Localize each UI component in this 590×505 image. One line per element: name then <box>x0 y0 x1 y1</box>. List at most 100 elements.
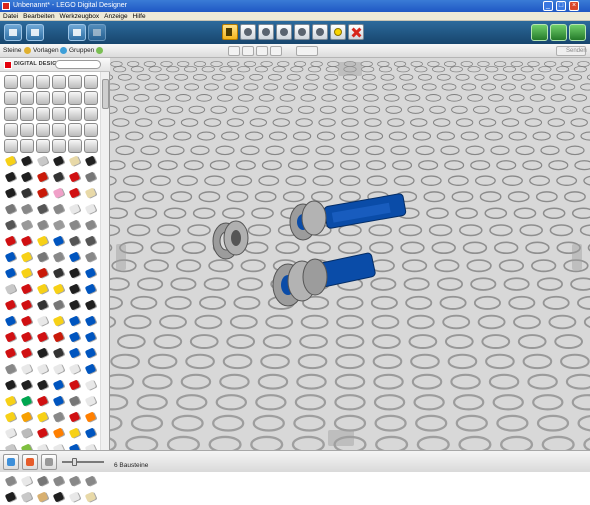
palette-brick[interactable] <box>82 105 98 121</box>
palette-brick[interactable] <box>50 313 66 329</box>
send-button[interactable]: Senden <box>556 46 587 56</box>
technic-bush-1[interactable] <box>212 220 249 260</box>
home-button[interactable] <box>4 24 22 41</box>
palette-brick[interactable] <box>2 473 18 489</box>
menu-file[interactable]: Datei <box>3 12 18 21</box>
palette-brick[interactable] <box>18 473 34 489</box>
palette-brick[interactable] <box>82 169 98 185</box>
palette-brick[interactable] <box>34 137 50 153</box>
palette-brick[interactable] <box>18 393 34 409</box>
palette-brick[interactable] <box>66 217 82 233</box>
palette-brick[interactable] <box>50 265 66 281</box>
palette-brick[interactable] <box>34 313 50 329</box>
palette-brick[interactable] <box>50 425 66 441</box>
hinge-tool-button[interactable] <box>258 24 274 40</box>
minimize-button[interactable]: _ <box>543 1 553 11</box>
palette-brick[interactable] <box>2 185 18 201</box>
palette-brick[interactable] <box>66 473 82 489</box>
palette-brick[interactable] <box>2 169 18 185</box>
palette-brick[interactable] <box>34 297 50 313</box>
palette-zoom-slider[interactable] <box>62 458 104 466</box>
brick-filter-button[interactable] <box>41 454 57 470</box>
palette-brick[interactable] <box>2 105 18 121</box>
menu-toolbox[interactable]: Werkzeugbox <box>60 12 100 21</box>
palette-scrollbar[interactable] <box>100 72 109 450</box>
palette-brick[interactable] <box>50 297 66 313</box>
palette-brick[interactable] <box>18 489 34 505</box>
palette-brick[interactable] <box>18 121 34 137</box>
scrollbar-thumb[interactable] <box>102 79 109 109</box>
palette-brick[interactable] <box>18 345 34 361</box>
palette-brick[interactable] <box>82 313 98 329</box>
palette-brick[interactable] <box>50 201 66 217</box>
palette-brick[interactable] <box>18 409 34 425</box>
tab-groups[interactable]: Gruppen <box>60 46 94 56</box>
palette-brick[interactable] <box>66 89 82 105</box>
palette-brick[interactable] <box>34 73 50 89</box>
palette-brick[interactable] <box>82 297 98 313</box>
palette-brick[interactable] <box>66 425 82 441</box>
clone-tool-button[interactable] <box>240 24 256 40</box>
palette-brick[interactable] <box>82 217 98 233</box>
palette-brick[interactable] <box>34 473 50 489</box>
palette-brick[interactable] <box>50 169 66 185</box>
flex-tool-button[interactable] <box>276 24 292 40</box>
select-tool-button[interactable] <box>222 24 238 40</box>
palette-brick[interactable] <box>66 185 82 201</box>
instructions-mode-button[interactable] <box>569 24 586 41</box>
palette-brick[interactable] <box>2 489 18 505</box>
palette-brick[interactable] <box>2 425 18 441</box>
palette-brick[interactable] <box>66 265 82 281</box>
maximize-button[interactable]: □ <box>556 1 566 11</box>
palette-brick[interactable] <box>66 201 82 217</box>
palette-brick[interactable] <box>2 313 18 329</box>
save-button[interactable] <box>26 24 44 41</box>
view-mode-button[interactable] <box>550 24 567 41</box>
palette-brick[interactable] <box>34 393 50 409</box>
palette-brick[interactable] <box>82 153 98 169</box>
palette-brick[interactable] <box>34 281 50 297</box>
minifigure-tool-button[interactable] <box>330 24 346 40</box>
palette-brick[interactable] <box>82 345 98 361</box>
palette-brick[interactable] <box>66 153 82 169</box>
3d-viewport[interactable] <box>110 58 590 450</box>
rotate-right-arrow-icon[interactable] <box>572 244 582 270</box>
palette-brick[interactable] <box>50 281 66 297</box>
palette-brick[interactable] <box>18 265 34 281</box>
palette-brick[interactable] <box>66 105 82 121</box>
palette-brick[interactable] <box>34 201 50 217</box>
palette-brick[interactable] <box>34 233 50 249</box>
color-filter-button[interactable] <box>22 454 38 470</box>
palette-brick[interactable] <box>2 377 18 393</box>
palette-brick[interactable] <box>34 249 50 265</box>
hide-tool-button[interactable] <box>312 24 328 40</box>
palette-view-button[interactable] <box>3 454 19 470</box>
palette-brick[interactable] <box>50 473 66 489</box>
palette-brick[interactable] <box>18 281 34 297</box>
palette-brick[interactable] <box>82 201 98 217</box>
view-tool-button-4[interactable] <box>270 46 282 56</box>
palette-brick[interactable] <box>2 137 18 153</box>
palette-brick[interactable] <box>2 121 18 137</box>
palette-brick[interactable] <box>50 153 66 169</box>
paint-tool-button[interactable] <box>294 24 310 40</box>
palette-brick[interactable] <box>34 361 50 377</box>
palette-brick[interactable] <box>82 329 98 345</box>
palette-brick[interactable] <box>2 73 18 89</box>
palette-brick[interactable] <box>66 137 82 153</box>
palette-brick[interactable] <box>2 329 18 345</box>
close-button[interactable]: × <box>569 1 579 11</box>
palette-brick[interactable] <box>34 153 50 169</box>
slider-knob[interactable] <box>72 458 77 466</box>
palette-brick[interactable] <box>82 281 98 297</box>
tab-templates[interactable]: Vorlagen <box>24 46 59 56</box>
palette-brick[interactable] <box>66 233 82 249</box>
palette-brick[interactable] <box>82 409 98 425</box>
palette-brick[interactable] <box>34 217 50 233</box>
technic-bush-with-axle-2[interactable] <box>272 252 376 307</box>
palette-brick[interactable] <box>18 313 34 329</box>
palette-brick[interactable] <box>2 345 18 361</box>
palette-brick[interactable] <box>50 249 66 265</box>
palette-brick[interactable] <box>50 233 66 249</box>
palette-brick[interactable] <box>34 265 50 281</box>
